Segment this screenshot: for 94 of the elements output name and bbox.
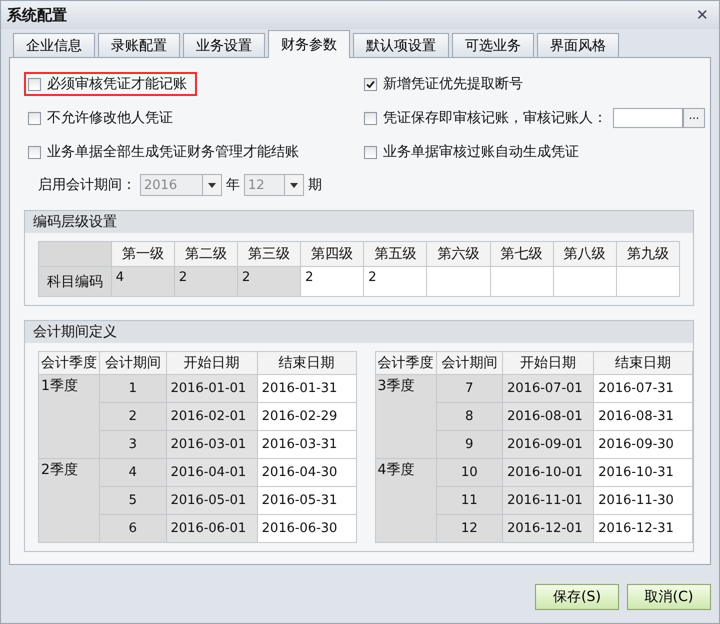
table-cell: 7	[436, 374, 503, 402]
checkbox[interactable]	[28, 146, 41, 158]
checkbox-label: 必须审核凭证才能记账	[47, 75, 187, 93]
group-title: 会计期间定义	[25, 321, 693, 343]
unit-label: 年	[226, 176, 240, 194]
table-cell: 2016-09-01	[502, 430, 594, 458]
tab[interactable]: 财务参数	[268, 30, 350, 58]
checkbox-label: 新增凭证优先提取断号	[383, 75, 523, 93]
dialog-button[interactable]: 取消(C)	[627, 584, 711, 610]
column-header: 结束日期	[594, 352, 692, 374]
table-cell: 8	[436, 402, 503, 430]
table-cell: 6	[100, 514, 166, 542]
row-header: 科目编码	[38, 266, 112, 296]
tab[interactable]: 可选业务	[452, 33, 534, 57]
field-label: 启用会计期间：	[38, 176, 136, 194]
column-header: 第五级	[364, 242, 427, 266]
table-cell: 3	[100, 430, 166, 458]
window-title: 系统配置	[7, 6, 67, 24]
table-cell[interactable]: 2016-11-30	[594, 486, 692, 514]
column-header: 第九级	[616, 242, 680, 266]
column-header: 开始日期	[166, 352, 258, 374]
close-button[interactable]: ✕	[692, 6, 713, 24]
checkbox-label: 不允许修改他人凭证	[47, 109, 173, 127]
checkbox[interactable]	[28, 78, 41, 90]
table-cell: 1季度	[38, 374, 100, 458]
column-header: 第八级	[553, 242, 616, 266]
column-header: 结束日期	[257, 352, 356, 374]
table-cell: 3季度	[375, 374, 436, 458]
table-cell: 2016-12-01	[502, 514, 594, 542]
table-cell[interactable]: 2016-02-29	[257, 402, 356, 430]
table-cell[interactable]: 2016-04-30	[257, 458, 356, 486]
table-cell[interactable]: 2	[300, 266, 364, 296]
table-cell: 1	[100, 374, 166, 402]
table-cell: 2016-07-01	[502, 374, 594, 402]
table-cell: 2016-03-01	[166, 430, 258, 458]
table-cell: 2016-06-01	[166, 514, 258, 542]
column-header: 第四级	[300, 242, 364, 266]
column-header: 开始日期	[502, 352, 594, 374]
column-header: 第六级	[426, 242, 490, 266]
table-cell[interactable]: 2016-01-31	[257, 374, 356, 402]
table-cell: 2016-10-01	[502, 458, 594, 486]
column-header: 会计季度	[375, 352, 436, 374]
table-cell[interactable]	[616, 266, 680, 296]
table-cell[interactable]: 2016-08-31	[594, 402, 692, 430]
table-cell[interactable]: 2016-10-31	[594, 458, 692, 486]
table-cell[interactable]: 2016-06-30	[257, 514, 356, 542]
checkbox-label: 凭证保存即审核记账，审核记账人：	[383, 109, 607, 127]
table-cell[interactable]	[553, 266, 616, 296]
checkbox[interactable]	[364, 78, 377, 90]
table-cell[interactable]: 2016-03-31	[257, 430, 356, 458]
table-cell: 11	[436, 486, 503, 514]
table-cell: 2	[100, 402, 166, 430]
table-cell[interactable]: 2016-12-31	[594, 514, 692, 542]
table-cell[interactable]: 2016-05-31	[257, 486, 356, 514]
column-header: 会计期间	[100, 352, 166, 374]
table-cell: 2016-01-01	[166, 374, 258, 402]
input-field[interactable]	[613, 108, 683, 128]
column-header: 会计季度	[38, 352, 100, 374]
dialog-button[interactable]: 保存(S)	[535, 584, 619, 610]
table-cell: 9	[436, 430, 503, 458]
table-cell[interactable]	[426, 266, 490, 296]
column-header: 第一级	[111, 242, 174, 266]
table-cell[interactable]: 2016-09-30	[594, 430, 692, 458]
table-cell: 2016-08-01	[502, 402, 594, 430]
column-header: 第七级	[490, 242, 554, 266]
table-cell: 4	[100, 458, 166, 486]
column-header: 第二级	[174, 242, 238, 266]
unit-label: 期	[308, 176, 322, 194]
table-cell: 2016-02-01	[166, 402, 258, 430]
tab[interactable]: 界面风格	[537, 33, 619, 57]
table-cell: 4季度	[375, 458, 436, 542]
column-header: 第三级	[237, 242, 301, 266]
table-cell: 5	[100, 486, 166, 514]
tab[interactable]: 录账配置	[98, 33, 180, 57]
checkbox[interactable]	[364, 112, 377, 124]
checkbox[interactable]	[28, 112, 41, 124]
table-cell: 2季度	[38, 458, 100, 542]
table-cell: 2016-11-01	[502, 486, 594, 514]
checkbox-label: 业务单据全部生成凭证财务管理才能结账	[47, 143, 299, 161]
checkbox-label: 业务单据审核过账自动生成凭证	[383, 143, 579, 161]
table-cell[interactable]	[490, 266, 554, 296]
table-cell: 2016-05-01	[166, 486, 258, 514]
table-cell: 10	[436, 458, 503, 486]
checkbox[interactable]	[364, 146, 377, 158]
tab[interactable]: 业务设置	[183, 33, 265, 57]
table-cell[interactable]: 2016-07-31	[594, 374, 692, 402]
table-cell: 12	[436, 514, 503, 542]
tab[interactable]: 默认项设置	[353, 33, 449, 57]
table-cell[interactable]: 2	[364, 266, 427, 296]
group-title: 编码层级设置	[25, 211, 693, 233]
table-cell: 2016-04-01	[166, 458, 258, 486]
column-header: 会计期间	[436, 352, 503, 374]
browse-button[interactable]: ···	[683, 108, 705, 128]
tab[interactable]: 企业信息	[13, 33, 95, 57]
